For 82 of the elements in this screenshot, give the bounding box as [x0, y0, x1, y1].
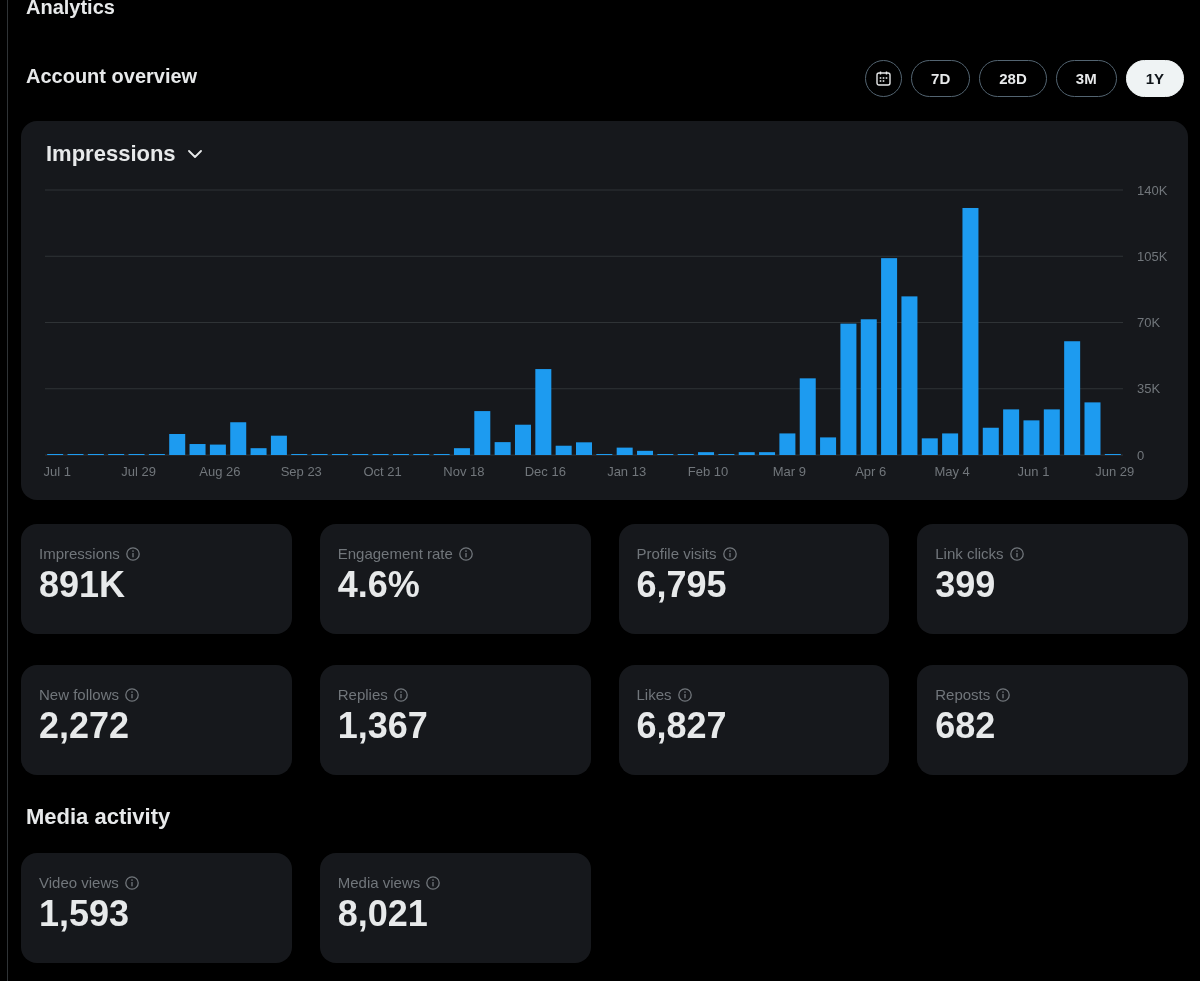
- stat-label: Likes: [636, 685, 672, 705]
- stat-label: Reposts: [935, 685, 991, 705]
- y-axis-label: 105K: [1137, 248, 1168, 264]
- x-axis-label: Sep 23: [280, 464, 322, 479]
- chart-bar: [738, 452, 755, 455]
- chart-bar: [453, 448, 470, 455]
- chart-bar: [270, 435, 287, 455]
- chart-bar: [576, 442, 592, 455]
- chart-bar: [515, 424, 531, 455]
- chart-bar: [169, 434, 186, 455]
- x-axis-label: Jun 1: [1017, 464, 1050, 479]
- chart-bar: [698, 452, 715, 455]
- stat-label: Link clicks: [935, 544, 1004, 564]
- chart-bar: [982, 427, 999, 455]
- stat-label: New follows: [39, 685, 120, 705]
- info-icon[interactable]: [124, 876, 139, 890]
- chart-bar: [921, 438, 938, 455]
- info-icon[interactable]: [393, 688, 408, 702]
- y-axis-label: 70K: [1137, 315, 1161, 330]
- stat-value: 1,593: [39, 894, 131, 934]
- stat-value: 8,021: [337, 894, 429, 934]
- chart-bar: [474, 411, 491, 455]
- section-title: Account overview: [25, 63, 198, 89]
- chart-bar: [189, 444, 206, 455]
- x-axis-label: Mar 9: [772, 464, 806, 479]
- x-axis-label: Aug 26: [199, 464, 241, 479]
- stat-value: 891K: [39, 565, 127, 605]
- x-axis-label: Jun 29: [1095, 464, 1135, 479]
- stat-value: 6,795: [636, 565, 728, 605]
- stat-value: 2,272: [39, 706, 131, 746]
- x-axis-label: Jul 1: [43, 464, 71, 479]
- x-axis-label: Jul 29: [121, 464, 156, 479]
- range-tab[interactable]: 1Y: [1125, 60, 1184, 97]
- x-axis-label: Jan 13: [607, 464, 647, 479]
- stat-label: Video views: [39, 873, 119, 893]
- stat-value: 682: [935, 706, 997, 746]
- info-icon[interactable]: [677, 688, 692, 702]
- chart-bar: [1084, 402, 1101, 455]
- chart-bar: [637, 450, 653, 455]
- stat-label: Media views: [337, 873, 421, 893]
- stat-label: Impressions: [39, 544, 120, 564]
- x-axis-label: Apr 6: [855, 464, 887, 479]
- chart-bar: [1023, 420, 1040, 455]
- section-title: Media activity: [25, 803, 172, 831]
- stat-label: Engagement rate: [337, 544, 453, 564]
- info-icon[interactable]: [426, 876, 441, 890]
- info-icon[interactable]: [722, 547, 737, 561]
- chart-bar: [942, 433, 959, 455]
- stat-label: Profile visits: [636, 544, 717, 564]
- chart-bar: [250, 448, 267, 455]
- chart-bar: [494, 442, 511, 455]
- y-axis-label: 35K: [1137, 381, 1161, 397]
- chart-bar: [616, 447, 633, 455]
- x-axis-label: Dec 16: [524, 464, 566, 479]
- info-icon[interactable]: [125, 688, 140, 702]
- stat-value: 6,827: [636, 706, 728, 746]
- metric-dropdown[interactable]: Impressions: [46, 140, 202, 168]
- y-axis-label: 0: [1137, 447, 1145, 463]
- y-axis-label: 140K: [1137, 182, 1168, 198]
- chart-bar: [1003, 409, 1020, 455]
- info-icon[interactable]: [458, 547, 473, 561]
- chart-bar: [820, 437, 837, 455]
- info-icon[interactable]: [996, 688, 1011, 702]
- x-axis-label: Nov 18: [443, 464, 485, 479]
- stat-value: 1,367: [337, 706, 429, 746]
- x-axis-label: May 4: [934, 464, 970, 479]
- info-icon[interactable]: [125, 547, 140, 561]
- x-axis-label: Oct 21: [363, 464, 402, 479]
- page-title: Analytics: [25, 0, 116, 19]
- chart-bar: [759, 452, 776, 455]
- info-icon[interactable]: [1009, 547, 1024, 561]
- chart-bar: [1043, 409, 1060, 455]
- chart-bar: [209, 444, 226, 455]
- calendar-icon: [876, 71, 892, 86]
- stat-label: Replies: [337, 685, 388, 705]
- chart-bar: [555, 445, 572, 455]
- chart-bar: [230, 422, 247, 455]
- stat-value: 4.6%: [337, 565, 421, 605]
- chart-bar: [779, 433, 796, 455]
- chevron-down-icon: [187, 150, 202, 158]
- stat-value: 399: [935, 565, 997, 605]
- x-axis-label: Feb 10: [687, 464, 729, 479]
